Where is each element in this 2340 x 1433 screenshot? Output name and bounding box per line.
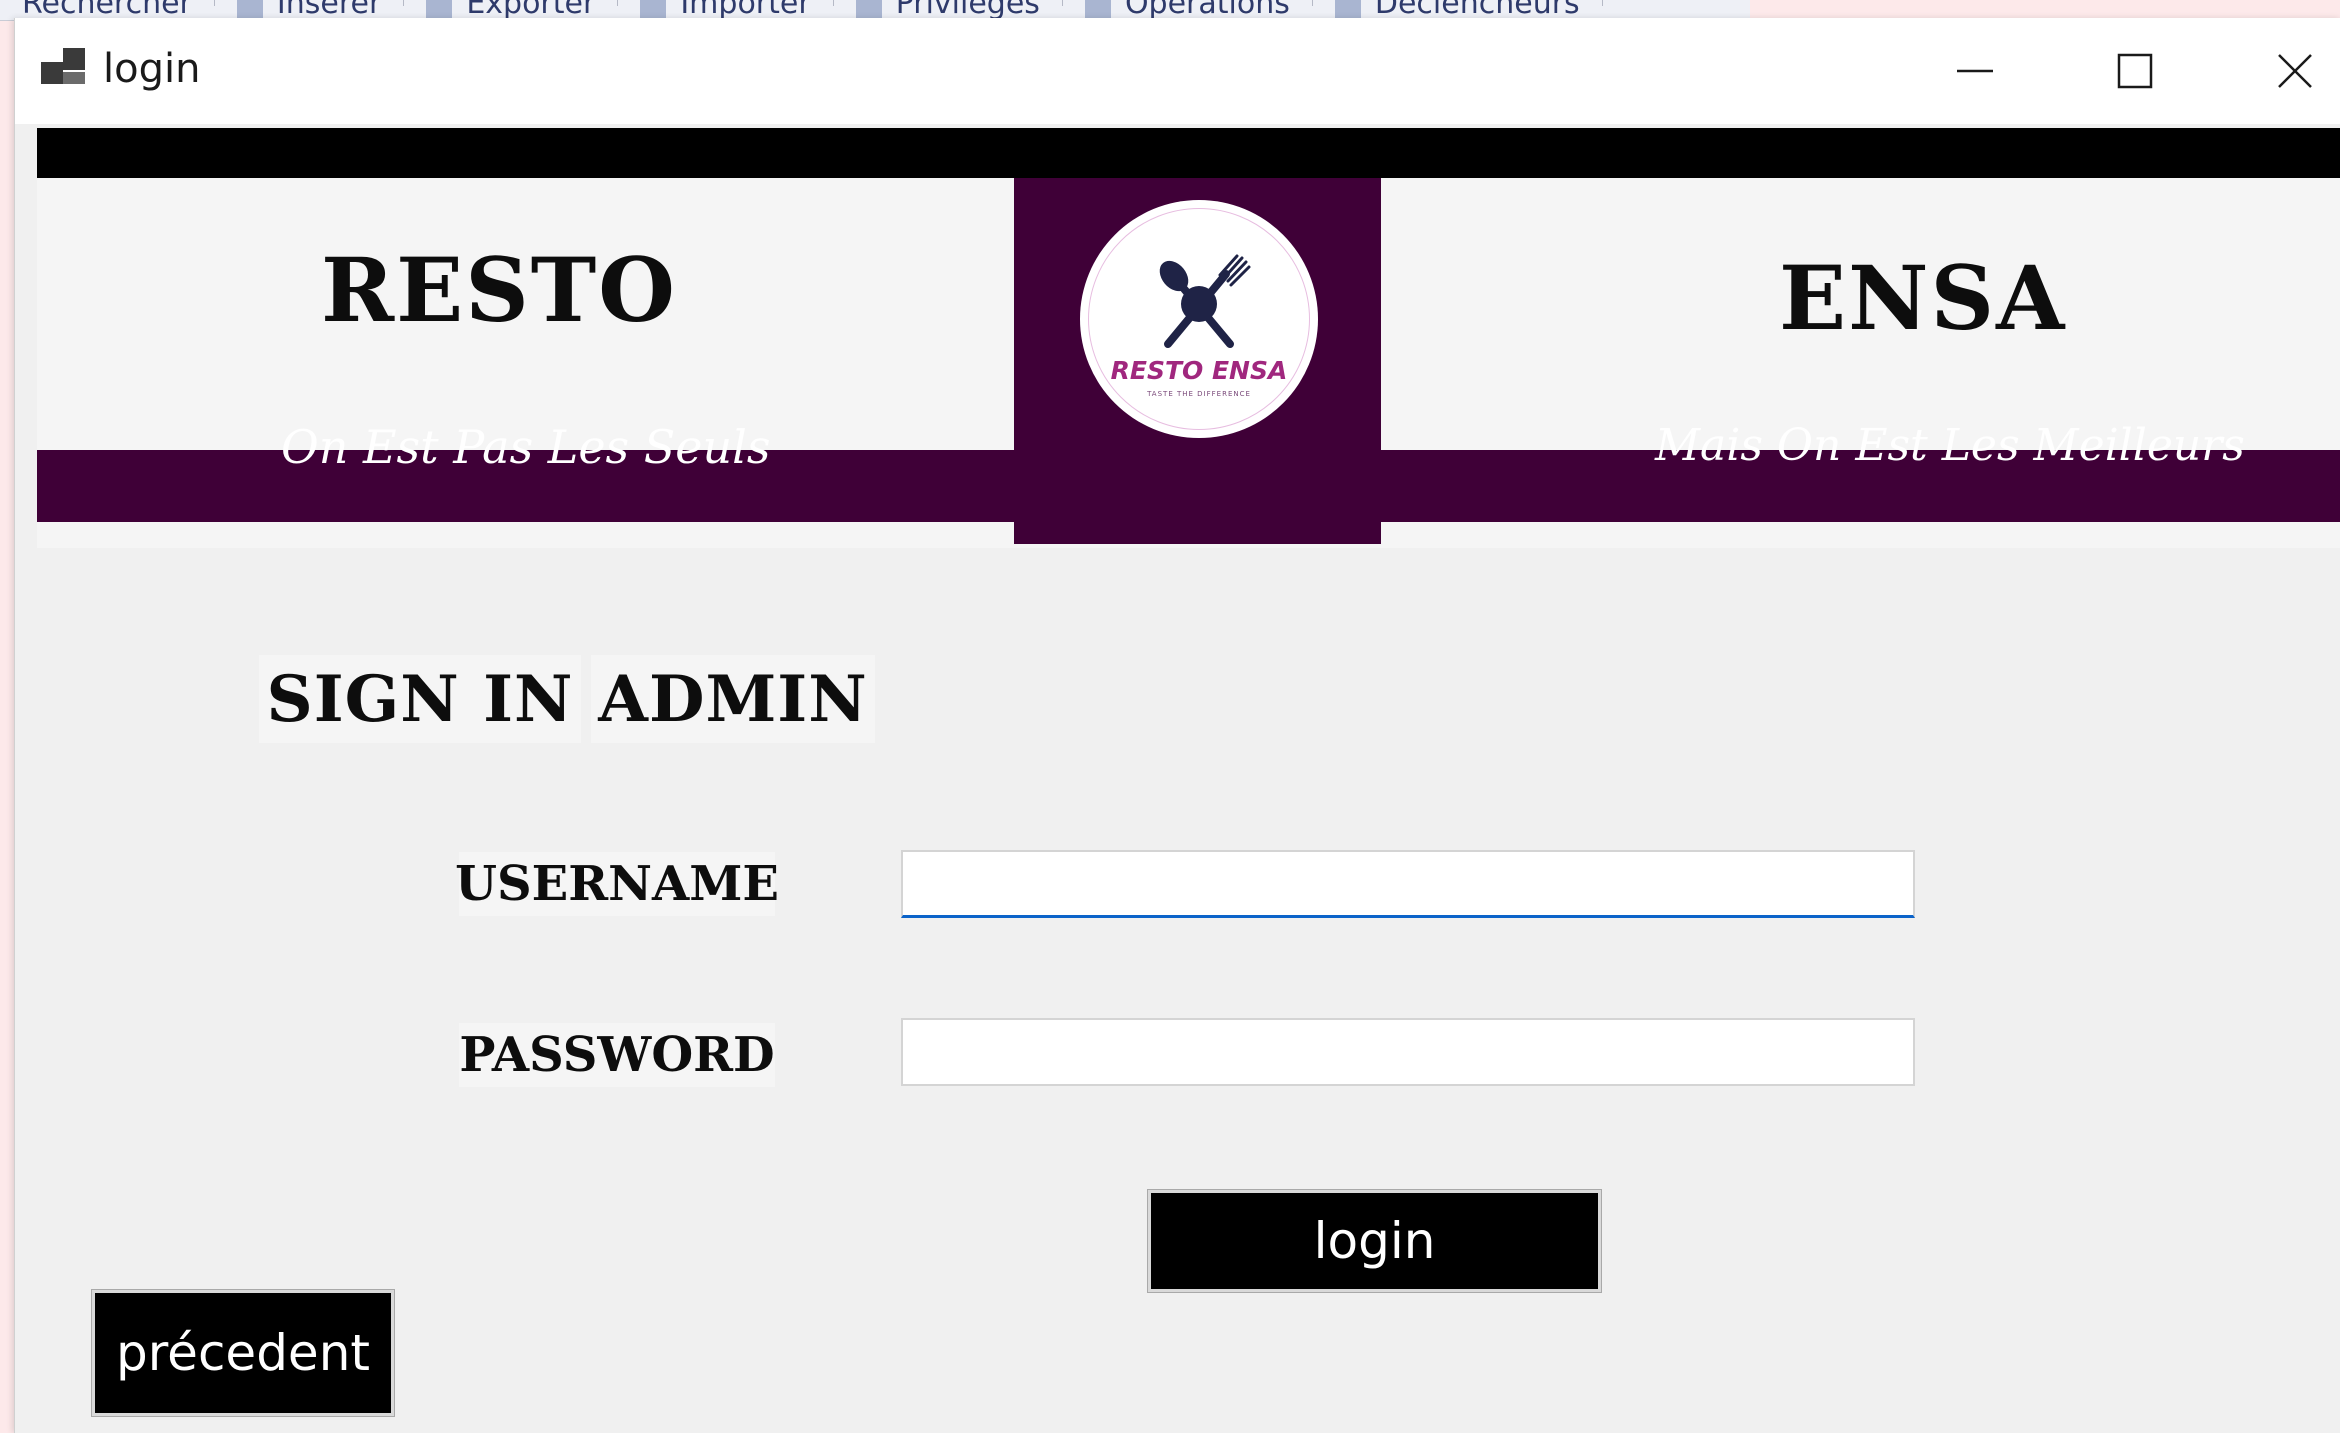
login-window: login RESTO ENSA On Est Pas Les Seuls Ma… xyxy=(14,18,2340,1433)
banner-left-word: RESTO xyxy=(321,238,677,342)
form-title-sign-in: SIGN IN xyxy=(259,655,581,743)
login-button[interactable]: login xyxy=(1148,1190,1601,1292)
operations-icon xyxy=(1084,0,1111,18)
export-icon xyxy=(426,0,453,18)
banner-top-bar xyxy=(37,128,2340,178)
import-icon xyxy=(640,0,667,18)
window-titlebar[interactable]: login xyxy=(15,18,2340,124)
minimize-button[interactable] xyxy=(1915,38,2035,104)
background-menu-item-privileges: Privilèges xyxy=(834,0,1063,20)
background-menu-item-import: Importer xyxy=(618,0,834,20)
background-menu-item-insert: Insérer xyxy=(215,0,405,20)
maximize-icon xyxy=(2117,53,2153,89)
username-input[interactable] xyxy=(901,850,1915,918)
background-menu-item-export: Exporter xyxy=(404,0,619,20)
triggers-icon xyxy=(1334,0,1361,18)
window-title: login xyxy=(103,46,201,92)
background-menu-item-search: Rechercher xyxy=(0,0,215,20)
logo-text: RESTO ENSA xyxy=(1110,356,1288,385)
close-icon xyxy=(2278,54,2312,88)
banner-right-word: ENSA xyxy=(1779,246,2067,350)
resto-ensa-logo: RESTO ENSA TASTE THE DIFFERENCE xyxy=(1080,200,1318,438)
password-label: PASSWORD xyxy=(459,1023,775,1087)
insert-icon xyxy=(236,0,263,18)
logo-block: RESTO ENSA TASTE THE DIFFERENCE xyxy=(1014,178,1381,544)
logo-tagline: TASTE THE DIFFERENCE xyxy=(1147,390,1251,398)
spoon-fork-icon xyxy=(1159,254,1251,348)
banner-right-slogan: Mais On Est Les Meilleurs xyxy=(1655,420,2245,471)
form-title-admin: ADMIN xyxy=(591,655,875,743)
previous-button[interactable]: précedent xyxy=(92,1290,394,1416)
banner-left-slogan: On Est Pas Les Seuls xyxy=(281,420,771,474)
background-menu-item-triggers: Déclencheurs xyxy=(1313,0,1603,20)
close-button[interactable] xyxy=(2235,38,2340,104)
username-label: USERNAME xyxy=(455,852,779,916)
privileges-icon xyxy=(855,0,882,18)
maximize-button[interactable] xyxy=(2075,38,2195,104)
app-window-icon xyxy=(41,48,87,92)
password-input[interactable] xyxy=(901,1018,1915,1086)
login-client-area: RESTO ENSA On Est Pas Les Seuls Mais On … xyxy=(37,128,2340,1433)
minimize-icon xyxy=(1957,69,1993,73)
background-menu-item-operations: Opérations xyxy=(1063,0,1313,20)
